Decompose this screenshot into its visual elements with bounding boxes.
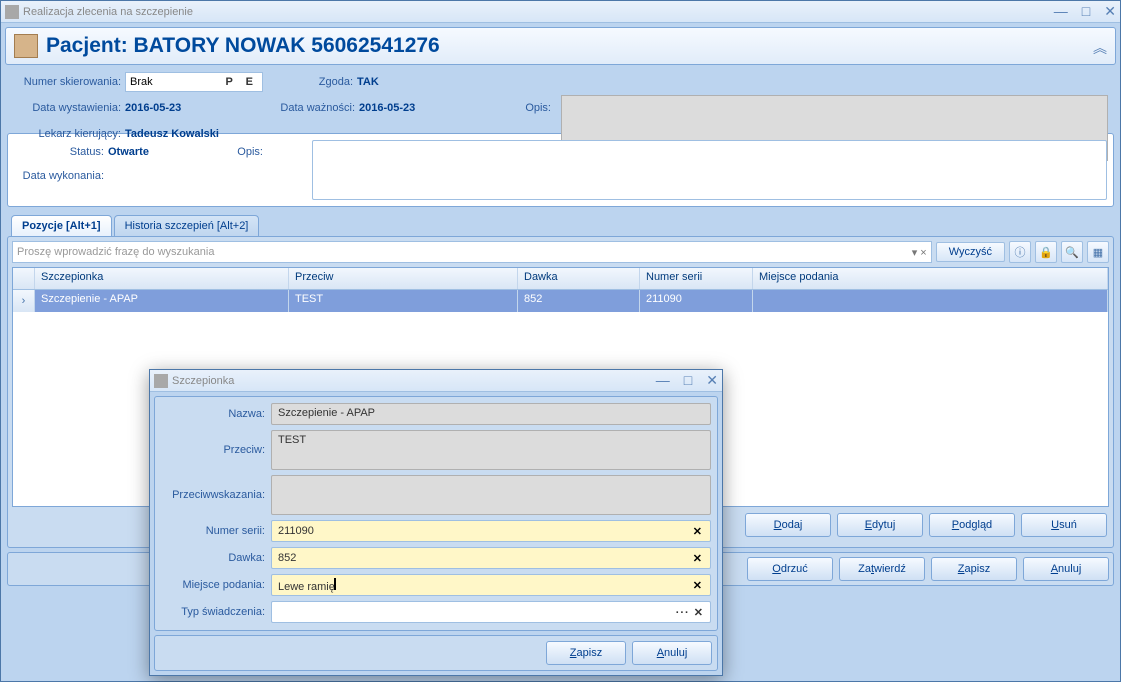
valid-date-label: Data ważności: <box>265 102 359 114</box>
collapse-icon[interactable]: ︽ <box>1093 38 1107 58</box>
dialog-maximize-button[interactable]: □ <box>684 372 692 389</box>
lock-icon[interactable]: 🔒 <box>1035 241 1057 263</box>
consent-label: Zgoda: <box>263 76 357 88</box>
col-place[interactable]: Miejsce podania <box>753 268 1108 289</box>
dlg-dose-label: Dawka: <box>161 552 271 564</box>
grid-header: Szczepionka Przeciw Dawka Numer serii Mi… <box>13 268 1108 290</box>
info-icon[interactable]: ⓘ <box>1009 241 1031 263</box>
app-icon <box>5 5 19 19</box>
cell-series: 211090 <box>640 290 753 312</box>
dlg-name-label: Nazwa: <box>161 408 271 420</box>
vaccine-dialog: Szczepionka — □ ✕ Nazwa: Szczepienie - A… <box>149 369 723 676</box>
referral-panel: Numer skierowania: Brak P E Zgoda: TAK D… <box>5 65 1116 129</box>
dlg-series-label: Numer serii: <box>161 525 271 537</box>
referral-e-button[interactable]: E <box>246 76 258 88</box>
valid-date-value: 2016-05-23 <box>359 102 499 114</box>
ellipsis-icon[interactable]: ··· ✕ <box>676 606 704 619</box>
search-input[interactable]: Proszę wprowadzić frazę do wyszukania ▾ … <box>12 241 932 263</box>
col-series[interactable]: Numer serii <box>640 268 753 289</box>
status-label: Status: <box>14 146 108 158</box>
dlg-place-value: Lewe ramię <box>278 581 335 593</box>
dialog-minimize-button[interactable]: — <box>656 372 670 389</box>
filter-icon[interactable]: 🔍 <box>1061 241 1083 263</box>
reject-button[interactable]: Odrzuć <box>747 557 833 581</box>
issue-date-value: 2016-05-23 <box>125 102 265 114</box>
add-button[interactable]: Dodaj <box>745 513 831 537</box>
table-row[interactable]: › Szczepienie - APAP TEST 852 211090 <box>13 290 1108 312</box>
issue-date-label: Data wystawienia: <box>13 102 125 114</box>
dlg-type-input[interactable]: ··· ✕ <box>271 601 711 623</box>
row-selector-icon: › <box>13 290 35 312</box>
patient-header: Pacjent: BATORY NOWAK 56062541276 ︽ <box>5 27 1116 65</box>
cell-against: TEST <box>289 290 518 312</box>
minimize-button[interactable]: — <box>1054 3 1068 20</box>
cell-place <box>753 290 1108 312</box>
referral-p-button[interactable]: P <box>225 76 237 88</box>
dlg-place-label: Miejsce podania: <box>161 579 271 591</box>
tab-history[interactable]: Historia szczepień [Alt+2] <box>114 215 260 236</box>
dialog-cancel-button[interactable]: Anuluj <box>632 641 712 665</box>
dlg-dose-value: 852 <box>278 552 296 564</box>
dlg-type-label: Typ świadczenia: <box>161 606 271 618</box>
cell-vaccine: Szczepienie - APAP <box>35 290 289 312</box>
dlg-series-value: 211090 <box>278 525 314 537</box>
referral-number-field[interactable]: Brak P E <box>125 72 263 92</box>
patient-icon <box>14 34 38 58</box>
close-button[interactable]: ✕ <box>1104 3 1116 20</box>
status-panel: Status: Otwarte Opis: Data wykonania: <box>7 133 1114 207</box>
preview-button[interactable]: Podgląd <box>929 513 1015 537</box>
approve-button[interactable]: Zatwierdź <box>839 557 925 581</box>
status-value: Otwarte <box>108 146 149 158</box>
col-dose[interactable]: Dawka <box>518 268 640 289</box>
tab-positions[interactable]: Pozycje [Alt+1] <box>11 215 112 236</box>
dialog-title: Szczepionka <box>172 375 234 387</box>
cell-dose: 852 <box>518 290 640 312</box>
dialog-save-button[interactable]: Zapisz <box>546 641 626 665</box>
referral-number-label: Numer skierowania: <box>13 76 125 88</box>
tabs: Pozycje [Alt+1] Historia szczepień [Alt+… <box>11 215 1116 236</box>
edit-button[interactable]: Edytuj <box>837 513 923 537</box>
consent-value: TAK <box>357 76 417 88</box>
doctor-value: Tadeusz Kowalski <box>125 128 219 140</box>
dialog-icon <box>154 374 168 388</box>
referral-number-value: Brak <box>130 76 153 88</box>
dlg-name-field: Szczepienie - APAP <box>271 403 711 425</box>
main-titlebar: Realizacja zlecenia na szczepienie — □ ✕ <box>1 1 1120 23</box>
col-against[interactable]: Przeciw <box>289 268 518 289</box>
dialog-close-button[interactable]: ✕ <box>706 372 718 389</box>
save-button[interactable]: Zapisz <box>931 557 1017 581</box>
dlg-contra-field <box>271 475 711 515</box>
clear-icon[interactable]: ✕ <box>691 579 704 592</box>
search-placeholder: Proszę wprowadzić frazę do wyszukania <box>17 246 214 258</box>
window-title: Realizacja zlecenia na szczepienie <box>23 6 193 18</box>
clear-icon[interactable]: ✕ <box>691 552 704 565</box>
grid-icon[interactable]: ▦ <box>1087 241 1109 263</box>
dlg-dose-input[interactable]: 852 ✕ <box>271 547 711 569</box>
delete-button[interactable]: Usuń <box>1021 513 1107 537</box>
status-opis-label: Opis: <box>149 146 267 158</box>
exec-date-label: Data wykonania: <box>14 170 108 182</box>
main-window: Realizacja zlecenia na szczepienie — □ ✕… <box>0 0 1121 682</box>
clear-button[interactable]: Wyczyść <box>936 242 1005 262</box>
col-vaccine[interactable]: Szczepionka <box>35 268 289 289</box>
maximize-button[interactable]: □ <box>1082 3 1090 20</box>
status-opis-textarea[interactable] <box>312 140 1107 200</box>
dlg-contra-label: Przeciwwskazania: <box>161 489 271 501</box>
clear-icon[interactable]: ✕ <box>691 525 704 538</box>
doctor-label: Lekarz kierujący: <box>13 128 125 140</box>
dlg-place-input[interactable]: Lewe ramię ✕ <box>271 574 711 596</box>
dlg-against-label: Przeciw: <box>161 444 271 456</box>
dlg-against-field: TEST <box>271 430 711 470</box>
dialog-titlebar: Szczepionka — □ ✕ <box>150 370 722 392</box>
opis-label: Opis: <box>499 102 555 114</box>
cancel-button[interactable]: Anuluj <box>1023 557 1109 581</box>
dlg-series-input[interactable]: 211090 ✕ <box>271 520 711 542</box>
patient-title: Pacjent: BATORY NOWAK 56062541276 <box>46 34 440 58</box>
